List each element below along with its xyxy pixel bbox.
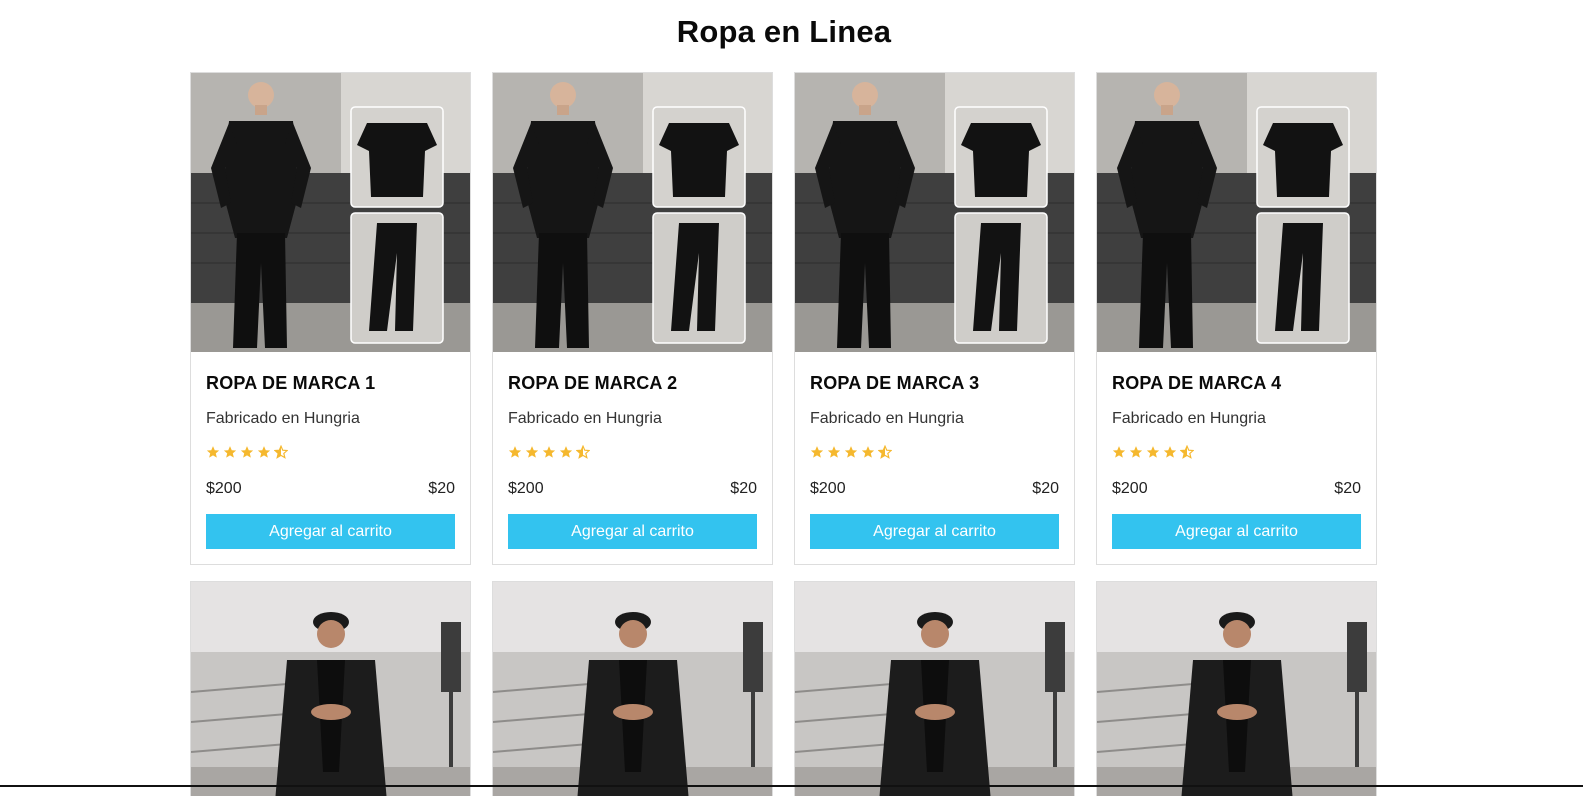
product-image[interactable] (493, 73, 772, 352)
star-icon (810, 446, 824, 458)
product-rating (508, 445, 590, 459)
star-icon (542, 446, 556, 458)
product-card (492, 581, 773, 796)
product-origin: Fabricado en Hungria (1112, 410, 1266, 427)
product-name: ROPA DE MARCA 3 (810, 373, 980, 393)
star-icon (240, 446, 254, 458)
product-image[interactable] (191, 582, 470, 796)
product-image[interactable] (795, 73, 1074, 352)
star-icon (223, 446, 237, 458)
product-price: $200 (206, 480, 242, 497)
star-icon (206, 446, 220, 458)
product-card (1096, 581, 1377, 796)
star-half-icon (576, 445, 590, 459)
star-icon (1129, 446, 1143, 458)
star-icon (1146, 446, 1160, 458)
add-to-cart-button[interactable]: Agregar al carrito (508, 514, 757, 549)
product-origin: Fabricado en Hungria (810, 410, 964, 427)
product-card: ROPA DE MARCA 3 Fabricado en Hungria $20… (794, 72, 1075, 565)
product-image[interactable] (1097, 73, 1376, 352)
product-card: ROPA DE MARCA 1 Fabricado en Hungria $20… (190, 72, 471, 565)
star-icon (827, 446, 841, 458)
product-rating (206, 445, 288, 459)
product-image[interactable] (191, 73, 470, 352)
product-rating (1112, 445, 1194, 459)
star-icon (1163, 446, 1177, 458)
page-divider (0, 785, 1583, 787)
product-price: $200 (1112, 480, 1148, 497)
page-title: Ropa en Linea (676, 14, 892, 49)
star-half-icon (878, 445, 892, 459)
product-image[interactable] (1097, 582, 1376, 796)
product-card: ROPA DE MARCA 4 Fabricado en Hungria $20… (1096, 72, 1377, 565)
product-name: ROPA DE MARCA 4 (1112, 373, 1282, 393)
star-icon (508, 446, 522, 458)
star-half-icon (274, 445, 288, 459)
product-shipping: $20 (1032, 480, 1059, 497)
product-shipping: $20 (730, 480, 757, 497)
product-shipping: $20 (428, 480, 455, 497)
star-half-icon (1180, 445, 1194, 459)
star-icon (525, 446, 539, 458)
product-rating (810, 445, 892, 459)
product-price: $200 (508, 480, 544, 497)
product-price: $200 (810, 480, 846, 497)
product-image[interactable] (493, 582, 772, 796)
star-icon (559, 446, 573, 458)
product-card: ROPA DE MARCA 2 Fabricado en Hungria $20… (492, 72, 773, 565)
product-name: ROPA DE MARCA 1 (206, 373, 376, 393)
product-origin: Fabricado en Hungria (508, 410, 662, 427)
star-icon (861, 446, 875, 458)
star-icon (257, 446, 271, 458)
product-name: ROPA DE MARCA 2 (508, 373, 678, 393)
star-icon (1112, 446, 1126, 458)
page: Ropa en Linea ROPA DE MARCA 1 Fabricado … (0, 0, 1583, 796)
add-to-cart-button[interactable]: Agregar al carrito (206, 514, 455, 549)
add-to-cart-button[interactable]: Agregar al carrito (810, 514, 1059, 549)
star-icon (844, 446, 858, 458)
product-image[interactable] (795, 582, 1074, 796)
product-card (794, 581, 1075, 796)
product-card (190, 581, 471, 796)
product-shipping: $20 (1334, 480, 1361, 497)
add-to-cart-button[interactable]: Agregar al carrito (1112, 514, 1361, 549)
product-origin: Fabricado en Hungria (206, 410, 360, 427)
